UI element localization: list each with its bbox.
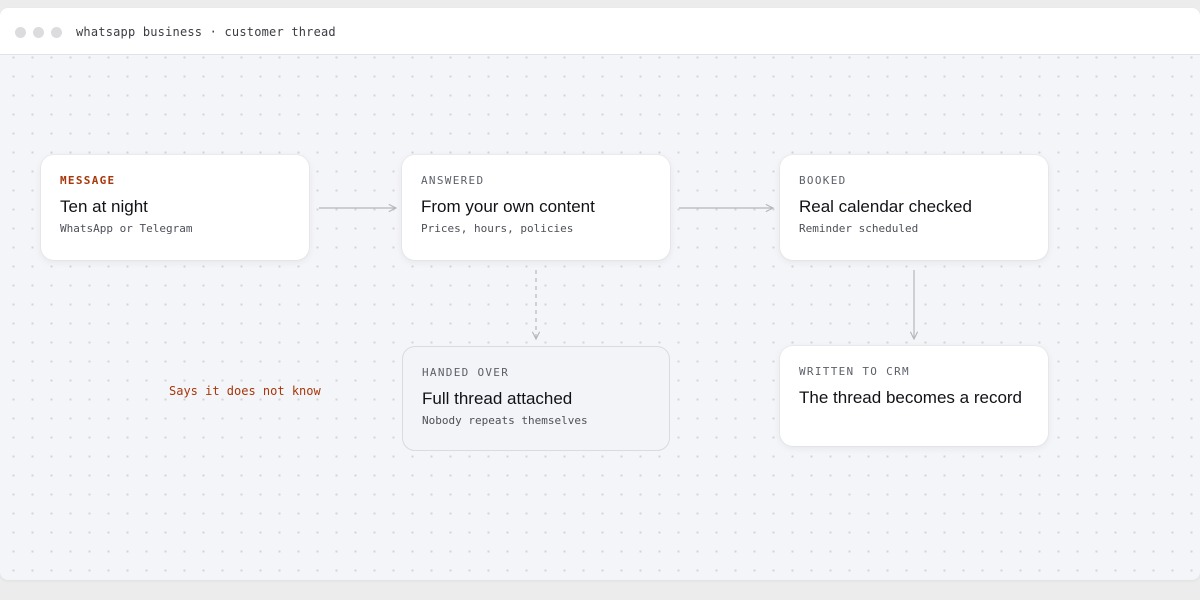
node-message-subtext: WhatsApp or Telegram: [60, 222, 193, 235]
node-message-heading: Ten at night: [60, 197, 148, 216]
node-booked: BOOKED Real calendar checked Reminder sc…: [780, 155, 1048, 260]
node-answered: ANSWERED From your own content Prices, h…: [402, 155, 670, 260]
fallback-note: Says it does not know: [169, 384, 321, 398]
node-answered-subtext: Prices, hours, policies: [421, 222, 574, 235]
node-handed-over: HANDED OVER Full thread attached Nobody …: [402, 346, 670, 451]
node-answered-heading: From your own content: [421, 197, 595, 216]
node-booked-subtext: Reminder scheduled: [799, 222, 919, 235]
node-handed-over-eyebrow: HANDED OVER: [422, 366, 510, 379]
node-handed-over-heading: Full thread attached: [422, 389, 573, 408]
flow-canvas: MESSAGE Ten at night WhatsApp or Telegra…: [0, 8, 1200, 580]
node-crm-heading: The thread becomes a record: [799, 388, 1023, 407]
node-booked-heading: Real calendar checked: [799, 197, 972, 216]
node-written-to-crm: WRITTEN TO CRM The thread becomes a reco…: [780, 346, 1048, 446]
node-message: MESSAGE Ten at night WhatsApp or Telegra…: [41, 155, 309, 260]
node-booked-eyebrow: BOOKED: [799, 174, 847, 187]
node-crm-eyebrow: WRITTEN TO CRM: [799, 365, 910, 378]
flow-connectors: [319, 8, 1200, 580]
node-answered-eyebrow: ANSWERED: [421, 174, 485, 187]
node-handed-over-subtext: Nobody repeats themselves: [422, 414, 588, 427]
node-message-eyebrow: MESSAGE: [60, 174, 116, 187]
app-window: whatsapp business · customer thread MESS…: [0, 8, 1200, 580]
